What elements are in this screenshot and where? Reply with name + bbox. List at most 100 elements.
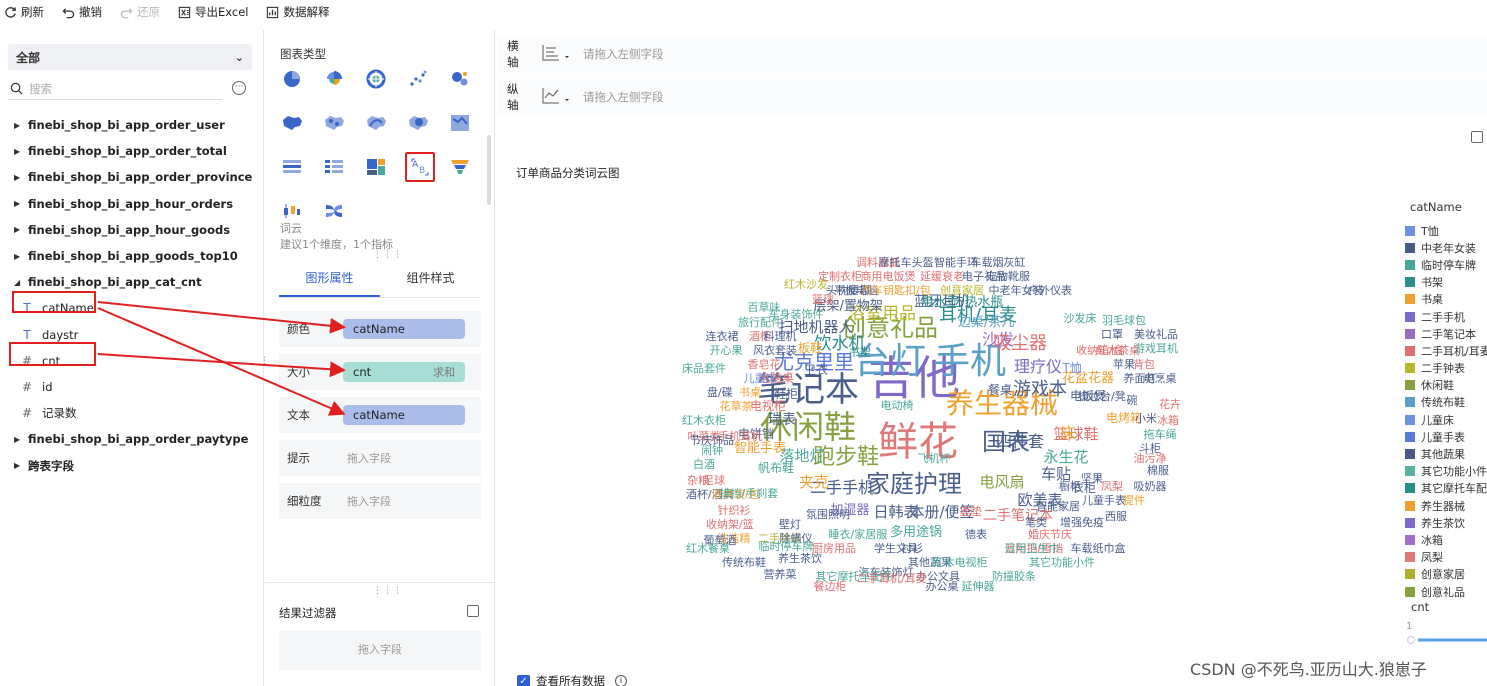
region-map-icon[interactable] <box>279 110 305 136</box>
word-cloud-icon[interactable]: AB <box>405 152 435 182</box>
word-cloud-word[interactable]: 边桌/茶几 <box>958 316 1014 329</box>
word-cloud-word[interactable]: 摩托车头盔 <box>879 257 934 268</box>
word-cloud-word[interactable]: 盘/碟 <box>707 387 733 398</box>
word-cloud-word[interactable]: 开心果 <box>710 345 743 356</box>
word-cloud-word[interactable]: 办公桌 <box>926 581 959 592</box>
multi-pie-icon[interactable] <box>363 66 389 92</box>
size-field-pill[interactable]: cnt 求和 <box>343 362 465 382</box>
tree-table-item[interactable]: ▶ finebi_shop_bi_app_order_province <box>0 164 264 190</box>
tooltip-property[interactable]: 提示 拖入字段 <box>279 440 481 476</box>
word-cloud-word[interactable]: 智能手表 <box>734 442 786 455</box>
word-cloud-word[interactable]: 红木餐桌 <box>686 543 730 554</box>
word-cloud-word[interactable]: 书架 <box>849 347 871 358</box>
word-cloud-word[interactable]: 家庭护理 <box>866 472 962 496</box>
legend-item[interactable]: 中老年女装 <box>1405 239 1487 256</box>
word-cloud-word[interactable]: 背包 <box>1133 359 1155 370</box>
word-cloud-word[interactable]: 床 <box>1060 426 1076 442</box>
y-axis-drop-zone[interactable]: 请拖入左侧字段 <box>583 89 664 105</box>
cross-table-icon[interactable] <box>321 154 347 180</box>
granularity-property[interactable]: 细粒度 拖入字段 <box>279 483 481 519</box>
color-field-pill[interactable]: catName <box>343 319 465 339</box>
legend-item[interactable]: 养生器械 <box>1405 497 1487 514</box>
word-cloud-word[interactable]: 衬衫 <box>901 543 923 554</box>
word-cloud-word[interactable]: 车载烟灰缸 <box>971 257 1026 268</box>
tree-table-item[interactable]: ▶ finebi_shop_bi_app_order_paytype <box>0 426 264 452</box>
word-cloud-word[interactable]: 连衣裙 <box>706 331 739 342</box>
word-cloud-word[interactable]: 苹果 <box>1113 359 1135 370</box>
pie-chart-icon[interactable] <box>279 66 305 92</box>
legend-item[interactable]: 二手耳机/耳麦 <box>1405 342 1487 359</box>
word-cloud-word[interactable]: 夹克 <box>799 474 829 490</box>
legend-item[interactable]: T恤 <box>1405 222 1487 239</box>
legend-item[interactable]: 创意礼品 <box>1405 583 1487 600</box>
package-select[interactable]: 全部 ⌄ <box>8 44 252 70</box>
word-cloud-word[interactable]: 防撞胶条 <box>992 571 1036 582</box>
word-cloud-word[interactable]: 排挡/手刹套 <box>720 488 779 499</box>
word-cloud-word[interactable]: T恤 <box>1063 362 1082 374</box>
word-cloud-word[interactable]: 户外仪表 <box>1028 285 1072 296</box>
word-cloud-word[interactable]: 永生花 <box>1044 449 1089 465</box>
word-cloud-word[interactable]: 笔类 <box>1025 517 1047 528</box>
word-cloud-word[interactable]: 增强免疫 <box>1060 517 1104 528</box>
resize-handle-icon[interactable]: ⋮⋮⋮ <box>373 586 403 596</box>
legend-item[interactable]: 创意家居 <box>1405 566 1487 583</box>
legend-item[interactable]: 其它摩托车配件 <box>1405 480 1487 497</box>
word-cloud-word[interactable]: 婚庆节庆 <box>1028 529 1072 540</box>
word-cloud-word[interactable]: 板鞋 <box>798 342 822 354</box>
export-excel-button[interactable]: 导出Excel <box>178 4 248 20</box>
legend-item[interactable]: 其它功能小件 <box>1405 463 1487 480</box>
word-cloud-word[interactable]: 花草茶 <box>720 401 753 412</box>
word-cloud-word[interactable]: 旅行配件 <box>738 317 782 328</box>
word-cloud-word[interactable]: 红木沙发 <box>784 279 828 290</box>
word-cloud-word[interactable]: 卫衣 <box>804 364 828 376</box>
legend-item[interactable]: 书桌 <box>1405 291 1487 308</box>
word-cloud-word[interactable]: 碗 <box>1127 395 1138 406</box>
word-cloud-word[interactable]: 餐桌 <box>988 384 1012 396</box>
word-cloud-word[interactable]: 橱柜 <box>1059 481 1081 492</box>
size-legend-slider[interactable] <box>1406 636 1487 644</box>
chart-option-checkbox[interactable] <box>1471 131 1483 143</box>
bubble-chart-icon[interactable] <box>447 66 473 92</box>
word-cloud-word[interactable]: 篮球 <box>812 294 834 305</box>
word-cloud-word[interactable]: 书桌 <box>739 387 761 398</box>
funnel-chart-icon[interactable] <box>447 154 473 180</box>
field-search-input[interactable]: 搜索 <box>8 78 222 100</box>
word-cloud-word[interactable]: 理疗仪 <box>1014 359 1062 375</box>
redo-button[interactable]: 还原 <box>120 4 160 20</box>
info-icon[interactable]: i <box>615 675 627 686</box>
field-id[interactable]: # id <box>0 374 264 400</box>
word-cloud-word[interactable]: 吸奶器 <box>1134 481 1167 492</box>
word-cloud-word[interactable]: 小米 <box>1135 413 1157 424</box>
word-cloud-word[interactable]: 沙发床 <box>1064 313 1097 324</box>
word-cloud-word[interactable]: 游戏本 <box>1013 381 1067 399</box>
word-cloud-word[interactable]: 壁灯 <box>779 519 801 530</box>
word-cloud-word[interactable]: 儿童床 <box>744 373 777 384</box>
word-cloud-word[interactable]: 瑞表 <box>768 413 796 427</box>
word-cloud-word[interactable]: 日用卫生巾 <box>1005 543 1060 554</box>
word-cloud-word[interactable]: 梳妆台/凳 <box>1078 391 1126 402</box>
word-cloud-word[interactable]: 收纳架/篮 <box>706 519 754 530</box>
word-cloud-word[interactable]: 电视柜 <box>750 400 786 412</box>
scatter-chart-icon[interactable] <box>405 66 431 92</box>
tree-table-item[interactable]: ▶ finebi_shop_bi_app_hour_goods <box>0 217 264 243</box>
legend-item[interactable]: 儿童床 <box>1405 411 1487 428</box>
word-cloud-word[interactable]: 料理机 <box>764 331 797 342</box>
word-cloud-word[interactable]: 白酒 <box>693 459 715 470</box>
word-cloud-word[interactable]: 针织衫 <box>718 505 751 516</box>
chart-type-scrollbar[interactable] <box>487 135 491 205</box>
word-cloud-word[interactable]: 节庆饰品 <box>690 435 734 446</box>
word-cloud-word[interactable]: 二手耳机/耳麦 <box>857 573 927 584</box>
axis-sort-icon[interactable] <box>527 87 583 108</box>
data-explain-button[interactable]: 数据解释 <box>266 4 329 20</box>
legend-item[interactable]: 休闲鞋 <box>1405 377 1487 394</box>
tree-table-item[interactable]: ▶ finebi_shop_bi_app_hour_orders <box>0 191 264 217</box>
refresh-button[interactable]: 刷新 <box>4 4 44 20</box>
panel-resize-handle-icon[interactable]: ⋮ <box>260 356 270 366</box>
more-options-icon[interactable]: ··· <box>232 81 246 95</box>
legend-item[interactable]: 二手笔记本 <box>1405 325 1487 342</box>
word-cloud-word[interactable]: 红木电视柜 <box>933 557 988 568</box>
tree-table-item[interactable]: ▶ finebi_shop_bi_app_goods_top10 <box>0 243 264 269</box>
word-cloud-word[interactable]: 汽车钥匙扣/包 <box>861 285 931 296</box>
legend-item[interactable]: 凤梨 <box>1405 549 1487 566</box>
word-cloud-word[interactable]: 创意家居 <box>940 285 984 296</box>
